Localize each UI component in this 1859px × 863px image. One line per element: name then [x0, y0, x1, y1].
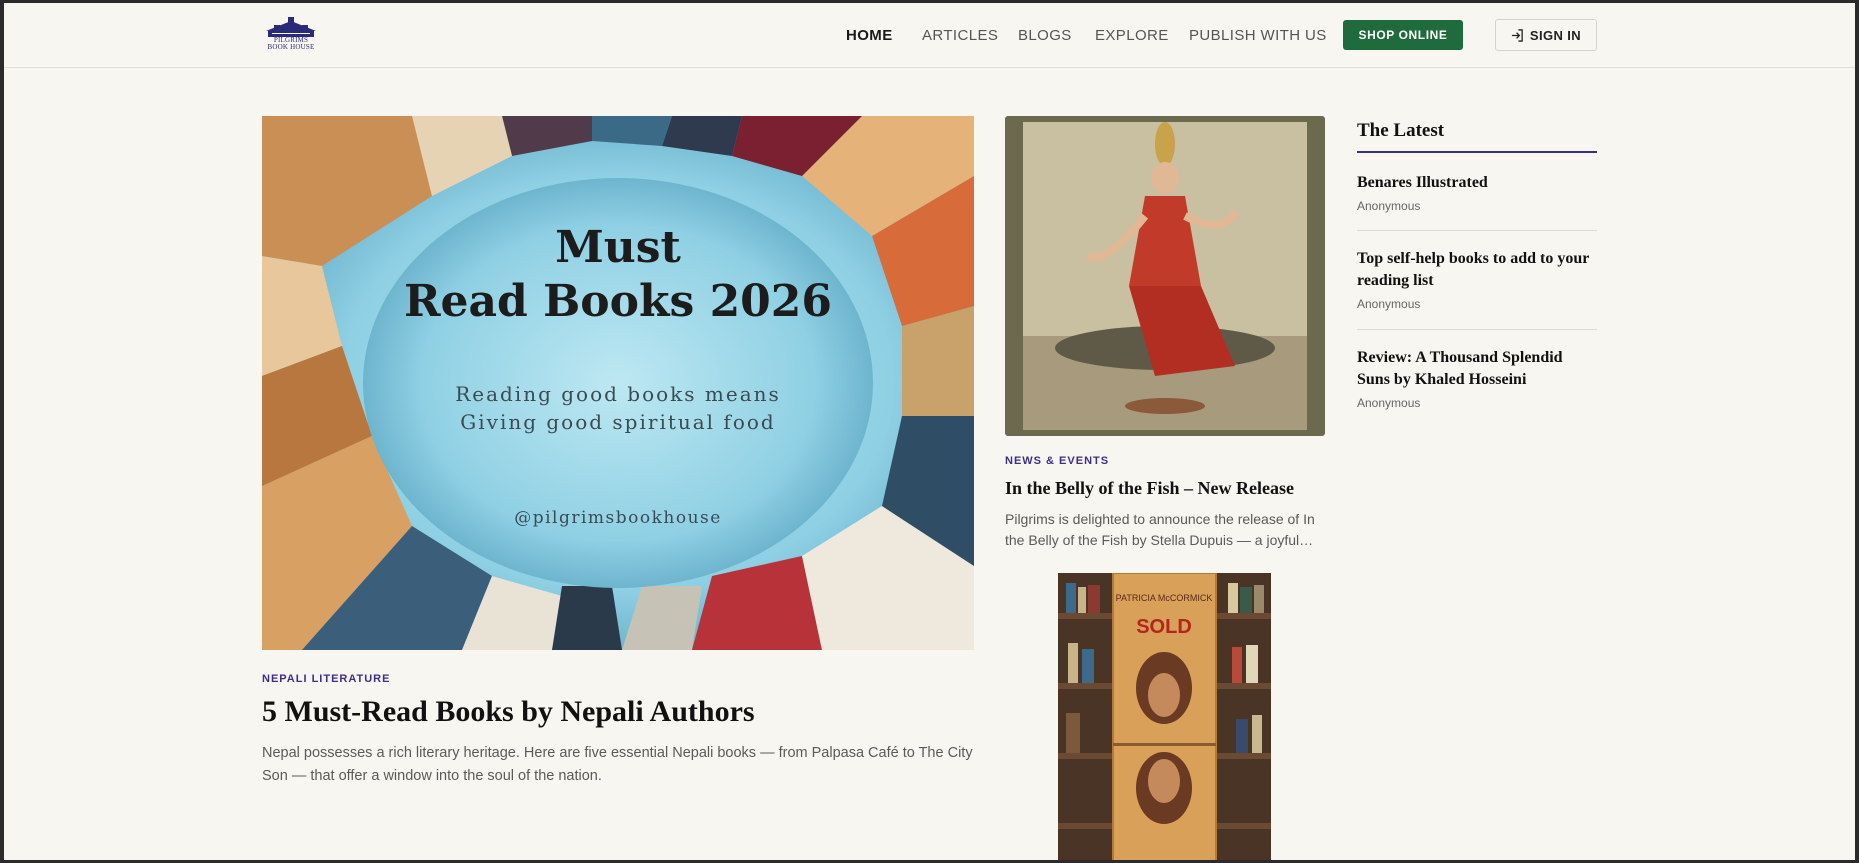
- middle-category[interactable]: NEWS & EVENTS: [1005, 455, 1109, 467]
- divider: [1357, 230, 1597, 231]
- latest-item-title[interactable]: Review: A Thousand Splendid Suns by Khal…: [1357, 347, 1597, 391]
- site-header: PILGRIMS BOOK HOUSE HOME ARTICLES BLOGS …: [4, 3, 1855, 68]
- latest-item-author: Anonymous: [1357, 396, 1421, 410]
- divider: [1357, 329, 1597, 330]
- hero-title[interactable]: 5 Must-Read Books by Nepali Authors: [262, 695, 982, 729]
- site-logo[interactable]: PILGRIMS BOOK HOUSE: [264, 17, 318, 55]
- goddess-painting-illustration: [1005, 116, 1325, 436]
- sign-in-label: SIGN IN: [1529, 27, 1582, 43]
- nav-blogs[interactable]: BLOGS: [1018, 27, 1072, 44]
- bookshelf-illustration: PATRICIA McCORMICK SOLD: [1058, 573, 1271, 860]
- hero-image[interactable]: Must Read Books 2026 Reading good books …: [262, 116, 974, 650]
- latest-heading: The Latest: [1357, 120, 1445, 141]
- latest-item[interactable]: Top self-help books to add to your readi…: [1357, 248, 1597, 311]
- hero-image-handle: @pilgrimsbookhouse: [514, 508, 722, 528]
- book-author-text: PATRICIA McCORMICK: [1116, 593, 1213, 603]
- middle-description: Pilgrims is delighted to announce the re…: [1005, 511, 1315, 548]
- nav-explore[interactable]: EXPLORE: [1095, 27, 1169, 44]
- hero-image-subtitle: Reading good books means Giving good spi…: [455, 382, 781, 434]
- browser-viewport: PILGRIMS BOOK HOUSE HOME ARTICLES BLOGS …: [4, 3, 1855, 860]
- sign-in-icon: [1511, 28, 1523, 42]
- nav-publish-with-us[interactable]: PUBLISH WITH US: [1189, 27, 1327, 44]
- article-image-belly-of-fish[interactable]: [1005, 116, 1325, 436]
- latest-heading-rule: [1357, 151, 1597, 153]
- latest-item[interactable]: Review: A Thousand Splendid Suns by Khal…: [1357, 347, 1597, 410]
- hero-image-headline: Must Read Books 2026: [403, 222, 833, 327]
- nav-home[interactable]: HOME: [846, 27, 893, 44]
- logo-text: PILGRIMS BOOK HOUSE: [267, 36, 315, 51]
- book-title-text: SOLD: [1136, 616, 1192, 638]
- latest-item-author: Anonymous: [1357, 297, 1421, 311]
- nav-articles[interactable]: ARTICLES: [922, 27, 998, 44]
- latest-item-title[interactable]: Top self-help books to add to your readi…: [1357, 248, 1597, 292]
- hero-category[interactable]: NEPALI LITERATURE: [262, 673, 390, 685]
- shop-online-button[interactable]: SHOP ONLINE: [1343, 20, 1463, 50]
- latest-item[interactable]: Benares Illustrated Anonymous: [1357, 172, 1597, 213]
- latest-item-author: Anonymous: [1357, 199, 1421, 213]
- sign-in-button[interactable]: SIGN IN: [1495, 19, 1597, 51]
- article-image-sold-book[interactable]: PATRICIA McCORMICK SOLD: [1058, 573, 1271, 860]
- latest-item-title[interactable]: Benares Illustrated: [1357, 172, 1597, 194]
- middle-title[interactable]: In the Belly of the Fish – New Release: [1005, 478, 1335, 499]
- hero-description: Nepal possesses a rich literary heritage…: [262, 745, 973, 784]
